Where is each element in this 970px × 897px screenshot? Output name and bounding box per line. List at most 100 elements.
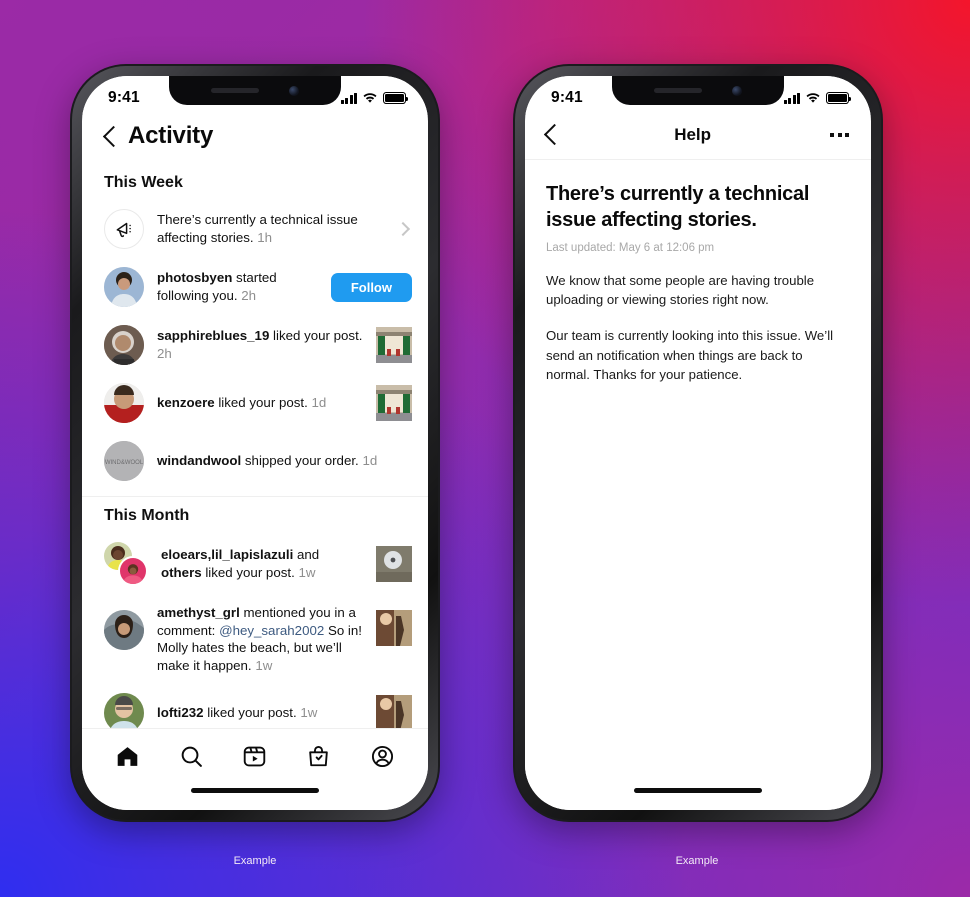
username[interactable]: sapphireblues_19 [157,328,269,343]
chevron-right-icon[interactable] [395,221,411,237]
shop-icon [309,745,328,767]
timestamp: 1h [257,230,273,245]
action-text: liked your post. [201,565,295,580]
notification-text: sapphireblues_19 liked your post. 2h [157,327,363,362]
action-text: liked your post. [269,328,363,344]
others-label[interactable]: others [161,565,202,580]
wifi-icon [806,93,820,103]
post-thumbnail-record[interactable] [376,546,412,582]
status-icons [340,92,409,104]
help-article-body[interactable]: There’s currently a technical issue affe… [525,160,871,784]
notch [612,76,784,105]
battery-icon [826,92,852,104]
svg-text:WIND&WOOL: WIND&WOOL [105,460,144,466]
post-thumbnail-portrait[interactable] [376,610,412,646]
notch [169,76,341,105]
notification-row-order-windandwool[interactable]: WIND&WOOL windandwool shipped your order… [82,432,428,490]
earpiece-speaker [654,88,702,93]
notification-text: lofti232 liked your post. 1w [157,704,363,722]
timestamp: 1w [300,704,318,720]
avatar-lofti232[interactable] [104,692,144,728]
activity-list[interactable]: This Week There’s currently a technical … [82,164,428,728]
post-thumbnail-storefront[interactable] [376,385,412,421]
notification-row-like-eloears[interactable]: eloears,lil_lapislazuli and others liked… [82,533,428,595]
username[interactable]: amethyst_grl [157,605,240,620]
username[interactable]: windandwool [157,453,241,468]
action-text: liked your post. [214,395,308,411]
tab-profile[interactable] [359,737,405,777]
post-thumbnail-storefront[interactable] [376,327,412,363]
front-camera-icon [289,85,299,96]
notification-row-like-kenzoere[interactable]: kenzoere liked your post. 1d [82,374,428,432]
help-header: Help [525,116,871,160]
home-icon [118,747,138,766]
avatar-sapphireblues[interactable] [104,325,144,365]
section-title-this-month: This Month [104,507,190,524]
page-title: Activity [128,122,214,149]
timestamp: 1w [255,658,273,674]
notification-text: There’s currently a technical issue affe… [157,211,385,246]
post-thumbnail-portrait[interactable] [376,694,412,728]
status-time: 9:41 [551,89,583,106]
action-text: shipped your order. [241,453,359,469]
avatar-lil-lapislazuli [118,556,148,586]
notification-text: windandwool shipped your order. 1d [157,452,412,470]
battery-icon [383,92,409,104]
timestamp: 1d [311,395,327,411]
timestamp: 2h [157,346,172,361]
avatar-photosbyen[interactable] [104,267,144,307]
action-text: liked your post. [203,704,297,720]
section-title-this-week: This Week [104,174,183,191]
home-indicator [82,784,428,810]
caption-left: Example [233,855,277,867]
timestamp: 1d [362,453,378,469]
article-heading: There’s currently a technical issue affe… [546,183,810,231]
username[interactable]: photosbyen [157,270,232,285]
avatar-pair-eloears[interactable] [104,542,148,586]
timestamp: 1w [298,565,316,580]
profile-icon [371,745,393,768]
follow-button[interactable]: Follow [330,272,412,302]
status-icons [783,92,852,104]
tab-reels[interactable] [232,737,278,777]
tab-shop[interactable] [296,737,342,777]
username[interactable]: lofti232 [157,705,204,720]
phone-help: 9:41 Help There’s currently a technical … [513,64,883,822]
caption-right: Example [675,855,719,867]
back-chevron-icon[interactable] [104,126,116,147]
article-paragraph: We know that some people are having trou… [546,273,815,308]
timestamp: 2h [241,288,257,303]
phone-activity: 9:41 Activity This Week There’s currentl… [70,64,440,822]
search-icon [181,746,202,767]
reels-icon [244,746,266,767]
notification-row-announcement[interactable]: There’s currently a technical issue affe… [82,200,428,258]
notification-row-follow[interactable]: photosbyen started following you. 2h Fol… [82,258,428,316]
cellular-bars-icon [340,92,357,104]
avatar-amethyst[interactable] [104,610,144,650]
wifi-icon [363,93,377,103]
bottom-tab-bar[interactable] [82,728,428,784]
phone-screen-help: 9:41 Help There’s currently a technical … [525,76,871,810]
cellular-bars-icon [783,92,800,104]
phone-screen-activity: 9:41 Activity This Week There’s currentl… [82,76,428,810]
more-options-icon[interactable] [828,125,851,145]
tab-home[interactable] [105,737,151,777]
notification-row-like-sapphireblues[interactable]: sapphireblues_19 liked your post. 2h [82,316,428,374]
username-list[interactable]: eloears,lil_lapislazuli [161,547,293,562]
avatar-kenzoere[interactable] [104,383,144,423]
notification-row-like-lofti232[interactable]: lofti232 liked your post. 1w [82,684,428,728]
action-text: and [293,547,320,563]
article-last-updated: Last updated: May 6 at 12:06 pm [546,242,715,255]
back-chevron-icon[interactable] [545,124,557,145]
page-title: Help [674,124,712,144]
notification-row-mention-amethyst[interactable]: amethyst_grl mentioned you in a comment:… [82,595,428,684]
notification-text: amethyst_grl mentioned you in a comment:… [157,604,363,675]
mention-handle[interactable]: @hey_sarah2002 [219,623,324,638]
avatar-windandwool[interactable]: WIND&WOOL [104,441,144,481]
activity-header: Activity [82,116,428,164]
home-indicator [525,784,871,810]
article-paragraph: Our team is currently looking into this … [546,328,834,382]
username[interactable]: kenzoere [157,395,215,410]
front-camera-icon [732,85,742,96]
tab-search[interactable] [168,737,214,777]
